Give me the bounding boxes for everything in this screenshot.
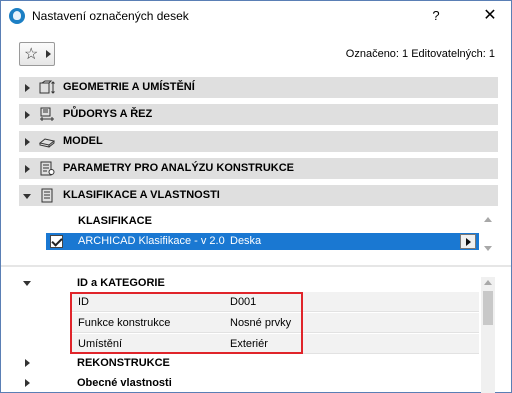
window-title: Nastavení označených desek <box>32 9 189 23</box>
classification-value: Deska <box>230 235 262 247</box>
favorites-button[interactable]: ☆ <box>19 42 55 66</box>
close-button[interactable]: ✕ <box>478 4 502 28</box>
section-label: GEOMETRIE A UMÍSTĚNÍ <box>63 81 195 93</box>
property-group-title: ID a KATEGORIE <box>77 277 165 289</box>
section-floorplan[interactable]: PŮDORYS A ŘEZ <box>19 104 498 125</box>
section-label: MODEL <box>63 135 103 147</box>
section-label: PARAMETRY PRO ANALÝZU KONSTRUKCE <box>63 162 295 174</box>
star-icon: ☆ <box>24 46 39 63</box>
classification-checkbox[interactable] <box>50 235 63 248</box>
scroll-up-icon[interactable] <box>484 217 492 222</box>
classification-row[interactable]: ARCHICAD Klasifikace - v 2.0 Deska <box>46 233 479 250</box>
archicad-app-icon <box>9 8 25 24</box>
expand-triangle-icon[interactable] <box>25 379 30 387</box>
help-button[interactable]: ? <box>426 6 446 26</box>
title-bar: Nastavení označených desek ? ✕ <box>1 1 511 31</box>
chevron-right-icon <box>46 50 51 58</box>
section-label: PŮDORYS A ŘEZ <box>63 108 153 120</box>
section-geometry[interactable]: GEOMETRIE A UMÍSTĚNÍ <box>19 77 498 98</box>
properties-scrollbar[interactable] <box>481 277 495 393</box>
expand-triangle-icon[interactable] <box>25 84 30 92</box>
classification-picker-button[interactable] <box>460 234 476 249</box>
model-icon <box>39 138 55 148</box>
section-label: KLASIFIKACE A VLASTNOSTI <box>63 189 220 201</box>
scrollbar-thumb[interactable] <box>483 291 493 325</box>
classification-header: KLASIFIKACE <box>78 215 152 227</box>
scroll-down-icon[interactable] <box>484 246 492 251</box>
selection-status: Označeno: 1 Editovatelných: 1 <box>345 48 495 60</box>
structural-analysis-icon <box>40 161 55 176</box>
section-structural-analysis[interactable]: PARAMETRY PRO ANALÝZU KONSTRUKCE <box>19 158 498 179</box>
property-group-reconstruction[interactable]: REKONSTRUKCE <box>77 357 170 369</box>
section-classification-properties[interactable]: KLASIFIKACE A VLASTNOSTI <box>19 185 498 206</box>
expand-triangle-icon[interactable] <box>25 111 30 119</box>
section-model[interactable]: MODEL <box>19 131 498 152</box>
expand-triangle-icon[interactable] <box>25 138 30 146</box>
geometry-icon <box>39 80 55 94</box>
collapse-triangle-icon[interactable] <box>23 194 31 199</box>
classification-system: ARCHICAD Klasifikace - v 2.0 <box>78 235 225 247</box>
collapse-triangle-icon[interactable] <box>23 281 31 286</box>
expand-triangle-icon[interactable] <box>25 165 30 173</box>
document-icon <box>41 188 53 203</box>
scroll-up-icon[interactable] <box>484 280 492 285</box>
dialog-window: Nastavení označených desek ? ✕ ☆ Označen… <box>0 0 512 393</box>
property-group-general[interactable]: Obecné vlastnosti <box>77 377 172 389</box>
floorplan-icon <box>40 107 54 121</box>
expand-triangle-icon[interactable] <box>25 359 30 367</box>
splitter[interactable] <box>1 265 511 267</box>
highlight-box <box>70 292 303 354</box>
